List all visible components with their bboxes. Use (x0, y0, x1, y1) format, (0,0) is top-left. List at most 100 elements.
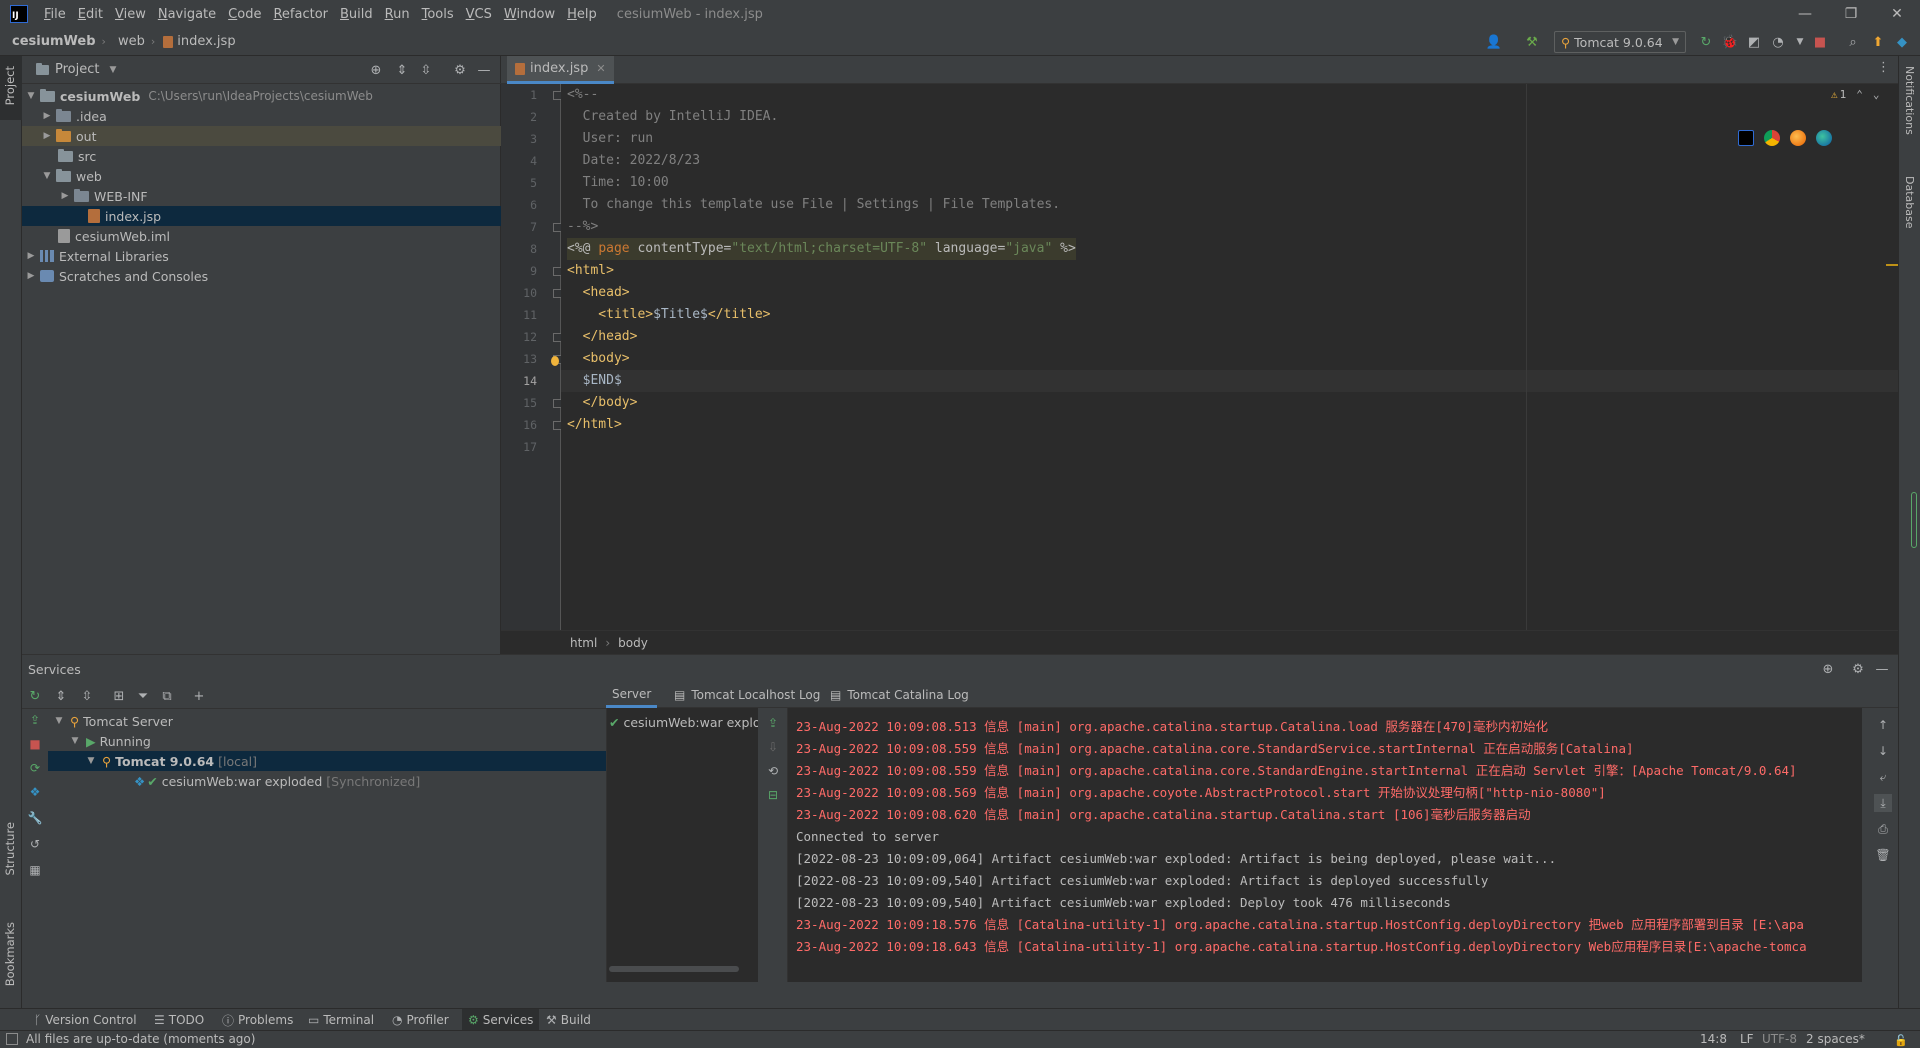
more-run-chevron-icon[interactable]: ▼ (1790, 32, 1810, 52)
tab-localhost-log[interactable]: ▤ Tomcat Localhost Log (668, 682, 826, 708)
svc-tree-tomcat-instance[interactable]: ▼ ⚲ Tomcat 9.0.64 [local] (48, 751, 606, 771)
console-output[interactable]: 23-Aug-2022 10:09:08.513 信息 [main] org.a… (788, 708, 1884, 982)
status-toggle-icon[interactable] (6, 1033, 18, 1045)
tool-build[interactable]: ⚒ Build (540, 1009, 597, 1031)
error-stripe-mark[interactable] (1886, 264, 1898, 266)
chevron-down-icon[interactable]: ▼ (24, 91, 38, 101)
close-tab-icon[interactable]: ✕ (596, 62, 605, 75)
group-by-icon[interactable]: ⊞ (110, 687, 128, 705)
structure-tool-tab[interactable]: Structure (3, 822, 17, 876)
scroll-down-icon[interactable]: ↓ (1874, 742, 1892, 760)
indent-setting[interactable]: 2 spaces* (1806, 1032, 1865, 1046)
previous-highlight-icon[interactable]: ⌃ (1856, 88, 1863, 101)
stop-icon[interactable]: ■ (1810, 32, 1830, 52)
tool-problems[interactable]: ⓘ Problems (216, 1009, 299, 1031)
chevron-down-icon[interactable]: ▼ (68, 736, 82, 746)
open-in-new-tab-icon[interactable]: ⧉ (158, 687, 176, 705)
print-icon[interactable]: ⎙ (1874, 820, 1892, 838)
run-configuration-select[interactable]: ⚲ Tomcat 9.0.64 ▼ (1554, 31, 1686, 53)
tree-item-cesiumweb[interactable]: ▼ cesiumWeb C:\Users\run\IdeaProjects\ce… (22, 86, 501, 106)
menu-run[interactable]: Run (379, 7, 416, 22)
deploy-icon[interactable]: ⇪ (26, 711, 44, 729)
intellij-logo-icon[interactable]: IJ (10, 5, 28, 23)
deploy-icon[interactable]: ⇪ (764, 714, 782, 732)
caret-position[interactable]: 14:8 (1700, 1032, 1727, 1046)
chevron-down-icon[interactable]: ▼ (84, 756, 98, 766)
svc-tree-tomcat-server[interactable]: ▼ ⚲ Tomcat Server (48, 711, 606, 731)
memory-indicator[interactable] (1911, 492, 1917, 548)
update-app-icon[interactable]: ⟳ (26, 759, 44, 777)
more-options-icon[interactable]: ⋮ (1877, 60, 1890, 75)
undeploy-icon[interactable]: ⇩ (764, 738, 782, 756)
chevron-right-icon[interactable]: ▶ (24, 251, 38, 261)
minimize-icon[interactable]: — (1782, 0, 1828, 28)
close-window-icon[interactable]: ✕ (1874, 0, 1920, 28)
wrench-icon[interactable]: 🔧 (26, 809, 44, 827)
chevron-down-icon[interactable]: ▼ (52, 716, 66, 726)
chevron-down-icon[interactable]: ▼ (40, 171, 54, 181)
expand-all-icon[interactable]: ⇕ (392, 60, 412, 80)
edge-icon[interactable] (1816, 130, 1832, 146)
chevron-right-icon[interactable]: ▶ (40, 131, 54, 141)
locate-icon[interactable]: ⊕ (366, 60, 386, 80)
filter-icon[interactable]: ⏷ (134, 687, 152, 705)
menu-view[interactable]: View (109, 7, 152, 22)
profile-icon[interactable]: ◔ (1768, 32, 1788, 52)
gear-icon[interactable]: ⚙ (1848, 659, 1868, 679)
tool-terminal[interactable]: ▭ Terminal (302, 1009, 380, 1031)
firefox-icon[interactable] (1790, 130, 1806, 146)
intellij-browser-icon[interactable] (1738, 130, 1754, 146)
tree-item-out[interactable]: ▶ out (22, 126, 501, 146)
project-tool-tab[interactable]: Project (3, 66, 17, 105)
chevron-down-icon[interactable]: ▼ (109, 65, 116, 75)
build-hammer-icon[interactable]: ⚒ (1522, 32, 1542, 52)
notifications-tool-tab[interactable]: Notifications (1903, 66, 1916, 135)
next-highlight-icon[interactable]: ⌄ (1873, 88, 1880, 101)
refresh-icon[interactable]: ⟲ (764, 762, 782, 780)
menu-help[interactable]: Help (561, 7, 603, 22)
tool-version-control[interactable]: ᚴ Version Control (28, 1009, 143, 1031)
coverage-icon[interactable]: ◩ (1744, 32, 1764, 52)
soft-wrap-icon[interactable]: ⤶ (1874, 768, 1892, 786)
file-encoding[interactable]: UTF-8 (1762, 1032, 1797, 1046)
nav-crumb-project[interactable]: cesiumWeb (0, 34, 102, 49)
menu-window[interactable]: Window (498, 7, 561, 22)
tool-todo[interactable]: ☰ TODO (148, 1009, 210, 1031)
menu-tools[interactable]: Tools (416, 7, 460, 22)
scroll-to-end-icon[interactable]: ⤓ (1874, 794, 1892, 812)
add-artifact-icon[interactable]: ⊟ (764, 786, 782, 804)
nav-crumb-web[interactable]: web (106, 34, 151, 49)
chevron-right-icon[interactable]: ▶ (40, 111, 54, 121)
collapse-all-icon[interactable]: ⇳ (416, 60, 436, 80)
tree-item-iml[interactable]: cesiumWeb.iml (22, 226, 501, 246)
deployment-item[interactable]: ✔ cesiumWeb:war exploded (607, 712, 759, 732)
breadcrumb-body[interactable]: body (618, 636, 648, 650)
locate-icon[interactable]: ⊕ (1818, 659, 1838, 679)
lock-icon[interactable]: 🔓 (1894, 1034, 1908, 1047)
artifact-icon[interactable]: ❖ (26, 783, 44, 801)
tab-index-jsp[interactable]: index.jsp ✕ (507, 56, 614, 84)
expand-all-icon[interactable]: ⇕ (52, 687, 70, 705)
scroll-up-icon[interactable]: ↑ (1874, 716, 1892, 734)
intention-bulb-icon[interactable] (551, 356, 559, 366)
hide-panel-icon[interactable]: — (474, 60, 494, 80)
menu-vcs[interactable]: VCS (460, 7, 498, 22)
code-editor[interactable]: <%-- Created by IntelliJ IDEA. User: run… (561, 84, 1898, 630)
tool-profiler[interactable]: ◔ Profiler (386, 1009, 455, 1031)
menu-navigate[interactable]: Navigate (152, 7, 222, 22)
menu-file[interactable]: File (38, 7, 72, 22)
menu-refactor[interactable]: Refactor (267, 7, 334, 22)
tree-item-external-libraries[interactable]: ▶ External Libraries (22, 246, 501, 266)
rerun-icon[interactable]: ↻ (26, 687, 44, 705)
tab-server[interactable]: Server (606, 682, 658, 708)
menu-code[interactable]: Code (222, 7, 267, 22)
database-tool-tab[interactable]: Database (1903, 176, 1916, 229)
tree-item-src[interactable]: src (22, 146, 501, 166)
bookmarks-tool-tab[interactable]: Bookmarks (3, 922, 17, 986)
svc-tree-artifact[interactable]: ❖ ✔ cesiumWeb:war exploded [Synchronized… (48, 771, 606, 791)
debug-icon[interactable]: 🐞 (1720, 32, 1740, 52)
hide-panel-icon[interactable]: — (1872, 659, 1892, 679)
tree-item-web-inf[interactable]: ▶ WEB-INF (22, 186, 501, 206)
inspection-widget[interactable]: ⚠ 1 ⌃ ⌄ (1831, 88, 1880, 101)
trash-icon[interactable]: 🗑 (1874, 846, 1892, 864)
